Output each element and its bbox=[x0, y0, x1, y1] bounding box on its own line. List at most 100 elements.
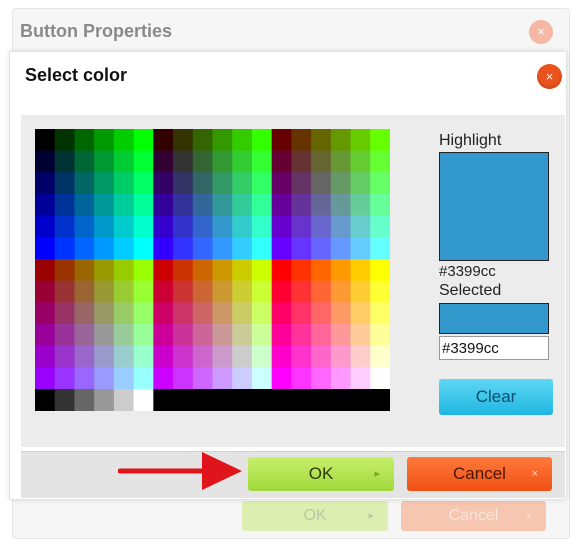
clear-button[interactable]: Clear bbox=[439, 379, 553, 415]
palette-swatch[interactable] bbox=[54, 172, 76, 195]
palette-swatch[interactable] bbox=[35, 280, 56, 303]
palette-swatch[interactable] bbox=[192, 302, 214, 325]
palette-swatch[interactable] bbox=[271, 150, 292, 173]
palette-swatch[interactable] bbox=[212, 129, 233, 152]
palette-gray-swatch[interactable] bbox=[74, 389, 95, 411]
palette-swatch[interactable] bbox=[133, 367, 154, 390]
palette-swatch[interactable] bbox=[291, 345, 312, 368]
palette-swatch[interactable] bbox=[311, 259, 332, 282]
palette-swatch[interactable] bbox=[251, 172, 273, 195]
palette-swatch[interactable] bbox=[94, 302, 115, 325]
palette-swatch[interactable] bbox=[271, 280, 292, 303]
palette-swatch[interactable] bbox=[94, 345, 115, 368]
palette-swatch[interactable] bbox=[74, 215, 95, 238]
palette-swatch[interactable] bbox=[232, 194, 253, 217]
palette-swatch[interactable] bbox=[74, 259, 95, 282]
palette-swatch[interactable] bbox=[54, 345, 76, 368]
palette-swatch[interactable] bbox=[35, 172, 56, 195]
palette-swatch[interactable] bbox=[74, 367, 95, 390]
palette-swatch[interactable] bbox=[113, 367, 135, 390]
palette-swatch[interactable] bbox=[54, 194, 76, 217]
palette-swatch[interactable] bbox=[330, 150, 352, 173]
palette-swatch[interactable] bbox=[133, 194, 154, 217]
palette-swatch[interactable] bbox=[350, 194, 371, 217]
palette-swatch[interactable] bbox=[330, 367, 352, 390]
palette-swatch[interactable] bbox=[251, 194, 273, 217]
palette-swatch[interactable] bbox=[54, 259, 76, 282]
palette-swatch[interactable] bbox=[271, 215, 292, 238]
palette-swatch[interactable] bbox=[192, 237, 214, 260]
palette-swatch[interactable] bbox=[212, 172, 233, 195]
palette-swatch[interactable] bbox=[74, 324, 95, 347]
palette-swatch[interactable] bbox=[192, 150, 214, 173]
palette-swatch[interactable] bbox=[212, 215, 233, 238]
palette-swatch[interactable] bbox=[251, 302, 273, 325]
palette-swatch[interactable] bbox=[173, 302, 194, 325]
palette-swatch[interactable] bbox=[311, 280, 332, 303]
palette-swatch[interactable] bbox=[192, 367, 214, 390]
palette-swatch[interactable] bbox=[35, 215, 56, 238]
palette-swatch[interactable] bbox=[251, 259, 273, 282]
palette-gray-swatch[interactable] bbox=[251, 389, 273, 411]
palette-swatch[interactable] bbox=[370, 237, 390, 260]
palette-swatch[interactable] bbox=[153, 172, 174, 195]
palette-swatch[interactable] bbox=[54, 150, 76, 173]
palette-swatch[interactable] bbox=[133, 215, 154, 238]
palette-swatch[interactable] bbox=[212, 302, 233, 325]
palette-swatch[interactable] bbox=[94, 324, 115, 347]
palette-swatch[interactable] bbox=[232, 345, 253, 368]
palette-swatch[interactable] bbox=[54, 280, 76, 303]
palette-swatch[interactable] bbox=[74, 150, 95, 173]
palette-swatch[interactable] bbox=[232, 259, 253, 282]
palette-swatch[interactable] bbox=[350, 367, 371, 390]
palette-swatch[interactable] bbox=[370, 280, 390, 303]
palette-swatch[interactable] bbox=[370, 259, 390, 282]
close-icon[interactable]: × bbox=[537, 64, 562, 89]
palette-swatch[interactable] bbox=[212, 259, 233, 282]
palette-gray-swatch[interactable] bbox=[133, 389, 154, 411]
palette-swatch[interactable] bbox=[74, 237, 95, 260]
palette-swatch[interactable] bbox=[271, 129, 292, 152]
palette-swatch[interactable] bbox=[251, 367, 273, 390]
palette-swatch[interactable] bbox=[94, 215, 115, 238]
palette-swatch[interactable] bbox=[330, 172, 352, 195]
palette-swatch[interactable] bbox=[35, 324, 56, 347]
palette-swatch[interactable] bbox=[212, 345, 233, 368]
palette-swatch[interactable] bbox=[350, 302, 371, 325]
palette-swatch[interactable] bbox=[113, 129, 135, 152]
palette-swatch[interactable] bbox=[330, 237, 352, 260]
palette-swatch[interactable] bbox=[232, 172, 253, 195]
palette-swatch[interactable] bbox=[311, 129, 332, 152]
palette-swatch[interactable] bbox=[311, 215, 332, 238]
palette-swatch[interactable] bbox=[133, 345, 154, 368]
palette-gray-swatch[interactable] bbox=[54, 389, 76, 411]
palette-swatch[interactable] bbox=[113, 280, 135, 303]
palette-swatch[interactable] bbox=[311, 367, 332, 390]
palette-swatch[interactable] bbox=[94, 194, 115, 217]
palette-swatch[interactable] bbox=[94, 129, 115, 152]
ok-button[interactable]: OK ▸ bbox=[248, 457, 394, 491]
palette-swatch[interactable] bbox=[133, 259, 154, 282]
palette-swatch[interactable] bbox=[35, 129, 56, 152]
palette-swatch[interactable] bbox=[113, 237, 135, 260]
palette-swatch[interactable] bbox=[251, 150, 273, 173]
palette-swatch[interactable] bbox=[271, 237, 292, 260]
palette-swatch[interactable] bbox=[74, 280, 95, 303]
palette-swatch[interactable] bbox=[113, 324, 135, 347]
palette-swatch[interactable] bbox=[311, 302, 332, 325]
palette-swatch[interactable] bbox=[74, 345, 95, 368]
palette-gray-swatch[interactable] bbox=[192, 389, 214, 411]
palette-swatch[interactable] bbox=[133, 237, 154, 260]
palette-swatch[interactable] bbox=[94, 237, 115, 260]
palette-swatch[interactable] bbox=[330, 194, 352, 217]
palette-swatch[interactable] bbox=[173, 194, 194, 217]
palette-swatch[interactable] bbox=[173, 237, 194, 260]
palette-swatch[interactable] bbox=[153, 324, 174, 347]
palette-gray-swatch[interactable] bbox=[113, 389, 135, 411]
palette-swatch[interactable] bbox=[54, 302, 76, 325]
palette-swatch[interactable] bbox=[330, 324, 352, 347]
palette-swatch[interactable] bbox=[311, 172, 332, 195]
palette-swatch[interactable] bbox=[192, 280, 214, 303]
palette-swatch[interactable] bbox=[153, 259, 174, 282]
palette-swatch[interactable] bbox=[35, 150, 56, 173]
